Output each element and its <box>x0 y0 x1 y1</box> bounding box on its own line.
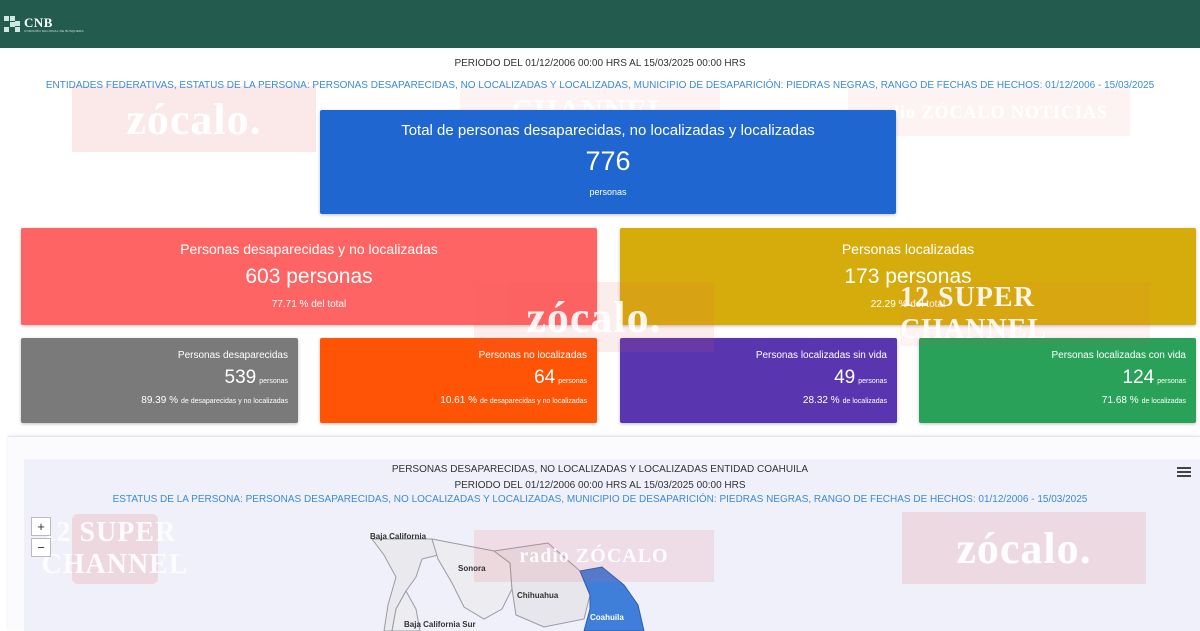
map-filters: ESTATUS DE LA PERSONA: PERSONAS DESAPARE… <box>112 494 1088 505</box>
logo-subtitle: COMISIÓN NACIONAL DE BÚSQUEDA <box>24 28 84 33</box>
card-value: 603 personas <box>245 265 373 288</box>
total-card[interactable]: Total de personas desaparecidas, no loca… <box>320 110 896 214</box>
card-unit: personas <box>1157 378 1186 385</box>
card-percent: 71.68 % <box>1101 395 1139 406</box>
card-title: Personas desaparecidas <box>177 350 288 361</box>
card-percent-suffix: de desaparecidas y no localizadas <box>479 398 587 405</box>
logo-title: CNB <box>24 14 53 30</box>
cnb-logo-icon <box>4 16 20 32</box>
no-localizadas-card[interactable]: Personas no localizadas 64 personas 10.61… <box>320 338 597 423</box>
card-percent-suffix: de desaparecidas y no localizadas <box>180 398 288 405</box>
card-value: 49 <box>834 367 856 388</box>
card-unit: personas <box>858 378 887 385</box>
total-card-value: 776 <box>585 146 631 176</box>
card-value: 124 <box>1122 367 1155 388</box>
hamburger-menu-icon[interactable] <box>1177 465 1191 479</box>
summary-period: PERIODO DEL 01/12/2006 00:00 HRS AL 15/0… <box>454 58 746 69</box>
card-percent: 10.61 % <box>440 395 477 406</box>
card-unit: personas <box>259 378 288 385</box>
localizadas-sin-vida-card[interactable]: Personas localizadas sin vida 49 personas… <box>620 338 897 423</box>
state-coahuila[interactable] <box>579 566 645 631</box>
zoom-out-button[interactable]: − <box>31 538 51 557</box>
total-card-unit: personas <box>589 187 627 197</box>
top-navbar: CNB COMISIÓN NACIONAL DE BÚSQUEDA <box>0 0 1200 48</box>
card-percent-suffix: de localizadas <box>842 398 887 405</box>
card-title: Personas localizadas <box>841 241 975 257</box>
summary-filters: ENTIDADES FEDERATIVAS, ESTATUS DE LA PER… <box>45 80 1155 91</box>
card-percent: 89.39 % <box>141 395 178 406</box>
card-title: Personas no localizadas <box>478 350 587 361</box>
total-card-title: Total de personas desaparecidas, no loca… <box>401 122 815 139</box>
localizadas-card[interactable]: Personas localizadas 173 personas 22.29 … <box>620 228 1196 325</box>
map-title: PERSONAS DESAPARECIDAS, NO LOCALIZADAS Y… <box>391 464 809 475</box>
watermark-zocalo: zócalo. <box>72 86 316 152</box>
card-percent: 77.71 % del total <box>271 299 347 310</box>
cnb-logo[interactable]: CNB COMISIÓN NACIONAL DE BÚSQUEDA <box>4 16 84 33</box>
card-value: 173 personas <box>844 265 972 288</box>
card-title: Personas localizadas sin vida <box>755 350 887 361</box>
desaparecidas-no-localizadas-card[interactable]: Personas desaparecidas y no localizadas … <box>21 228 597 325</box>
card-value: 64 <box>534 367 556 388</box>
zoom-in-button[interactable]: + <box>31 517 51 536</box>
localizadas-con-vida-card[interactable]: Personas localizadas con vida 124 persona… <box>919 338 1196 423</box>
card-percent: 28.32 % <box>802 395 840 406</box>
map-period: PERIODO DEL 01/12/2006 00:00 HRS AL 15/0… <box>454 480 746 491</box>
card-value: 539 <box>224 367 257 388</box>
card-percent-suffix: de localizadas <box>1141 398 1186 405</box>
card-title: Personas localizadas con vida <box>1051 350 1186 361</box>
card-percent: 22.29 % del total <box>870 299 946 310</box>
card-title: Personas desaparecidas y no localizadas <box>180 241 438 257</box>
desaparecidas-card[interactable]: Personas desaparecidas 539 personas 89.39… <box>21 338 298 423</box>
card-unit: personas <box>558 378 587 385</box>
